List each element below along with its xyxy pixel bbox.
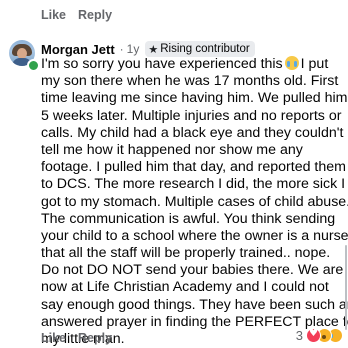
comment-line: my son there when he was 17 months old. … bbox=[41, 73, 339, 90]
crying-face-icon bbox=[284, 56, 299, 70]
comment-thread: Like Reply Morgan Jett · 1y ★ Rising con… bbox=[0, 0, 348, 348]
star-icon: ★ bbox=[148, 43, 159, 56]
comment-line: calls. My child had a black eye and they… bbox=[41, 124, 344, 141]
rising-contributor-badge[interactable]: ★ Rising contributor bbox=[145, 41, 255, 57]
badge-label: Rising contributor bbox=[160, 43, 250, 55]
comment-line: time leaving me since having him. We pul… bbox=[41, 90, 348, 107]
comment-line: to DCS. The more research I did, the mor… bbox=[41, 176, 346, 193]
comment-body: I'm so sorry you have experienced this I … bbox=[41, 56, 348, 348]
reaction-count: 3 bbox=[295, 328, 303, 343]
comment-line: that all the staff will be properly trai… bbox=[41, 245, 331, 262]
comment-line: now at Life Christian Academy and I coul… bbox=[41, 279, 329, 296]
comment-actions: Like Reply bbox=[41, 331, 112, 345]
previous-comment-actions: Like Reply bbox=[41, 8, 112, 22]
comment-line: say enough good things. They have been s… bbox=[41, 296, 348, 313]
comment-line: 5 weeks later. Multiple injuries and no … bbox=[41, 107, 342, 124]
comment-line: your child to a school where the owner i… bbox=[41, 227, 348, 244]
scrollbar[interactable] bbox=[345, 245, 347, 330]
online-status-icon bbox=[27, 59, 40, 72]
love-reaction-icon bbox=[306, 328, 321, 343]
reply-button[interactable]: Reply bbox=[78, 8, 112, 22]
comment-line: got to my stomach. Multiple cases of chi… bbox=[41, 193, 348, 210]
comment-line: footage. I pulled him that day, and repo… bbox=[41, 159, 346, 176]
comment-header: Morgan Jett · 1y ★ Rising contributor bbox=[41, 41, 255, 57]
comment-line: The communication is awful. You think se… bbox=[41, 210, 336, 227]
like-button[interactable]: Like bbox=[41, 8, 66, 22]
author-name[interactable]: Morgan Jett bbox=[41, 42, 115, 57]
reactions-summary[interactable]: 3 bbox=[296, 328, 343, 343]
reply-button[interactable]: Reply bbox=[78, 331, 112, 345]
meta-separator: · bbox=[119, 42, 124, 56]
like-button[interactable]: Like bbox=[41, 331, 66, 345]
comment-line: tell me how it happened nor show me any bbox=[41, 141, 303, 158]
timestamp[interactable]: 1y bbox=[127, 42, 140, 56]
comment-line: Do not DO NOT send your babies there. We… bbox=[41, 262, 344, 279]
comment-line: I'm so sorry you have experienced this I … bbox=[41, 56, 329, 72]
